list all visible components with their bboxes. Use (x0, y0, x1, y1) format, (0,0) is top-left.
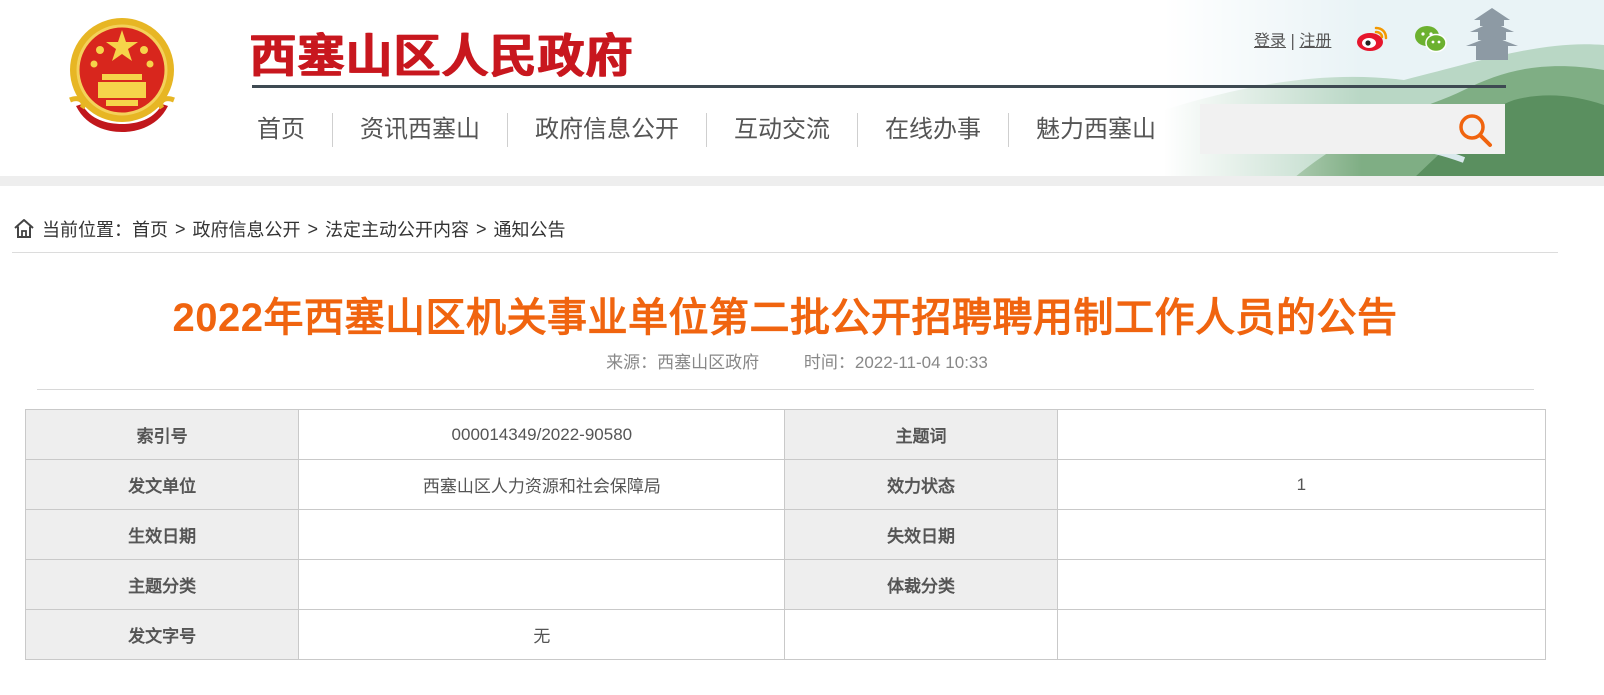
register-link[interactable]: 注册 (1299, 31, 1331, 50)
article-meta: 来源：西塞山区政府 时间：2022-11-04 10:33 (0, 348, 1594, 373)
nav-item-online-services[interactable]: 在线办事 (858, 113, 1009, 147)
topic-category-label: 主题分类 (24, 559, 300, 610)
breadcrumb-statutory-content[interactable]: 法定主动公开内容 (325, 216, 469, 242)
breadcrumb-separator: > (476, 218, 487, 239)
issuing-unit-value: 西塞山区人力资源和社会保障局 (298, 459, 786, 510)
expiry-date-value (1056, 509, 1547, 560)
table-row: 发文字号 无 (24, 609, 1547, 660)
login-link[interactable]: 登录 (1254, 31, 1286, 50)
effective-date-label: 生效日期 (24, 509, 300, 560)
issuing-unit-label: 发文单位 (24, 459, 300, 510)
document-number-value: 无 (298, 609, 786, 660)
breadcrumb-notices[interactable]: 通知公告 (494, 216, 566, 242)
breadcrumb-home[interactable]: 首页 (132, 216, 168, 242)
article-time: 时间：2022-11-04 10:33 (803, 353, 988, 372)
table-row: 发文单位 西塞山区人力资源和社会保障局 效力状态 1 (24, 459, 1547, 510)
meta-divider (37, 389, 1534, 390)
breadcrumb-separator: > (307, 218, 319, 239)
article-source: 来源：西塞山区政府 (606, 353, 760, 372)
site-title: 西塞山区人民政府 (250, 29, 634, 83)
empty-value-cell (1056, 609, 1547, 660)
genre-category-value (1056, 559, 1547, 610)
site-header: 西塞山区人民政府 登录 | 注册 首页 资讯西塞山 政府信息公开 互动交流 在线办事… (0, 0, 1604, 178)
table-row: 主题分类 体裁分类 (24, 559, 1547, 610)
breadcrumb-gov-info[interactable]: 政府信息公开 (193, 216, 301, 242)
table-row: 生效日期 失效日期 (24, 509, 1547, 560)
home-icon (14, 219, 34, 238)
keywords-value (1056, 409, 1547, 460)
nav-item-interaction[interactable]: 互动交流 (707, 113, 858, 147)
validity-status-label: 效力状态 (784, 459, 1058, 510)
main-nav: 首页 资讯西塞山 政府信息公开 互动交流 在线办事 魅力西塞山 (230, 108, 1183, 152)
nav-item-news[interactable]: 资讯西塞山 (333, 113, 508, 147)
breadcrumb-prefix: 当前位置： (42, 220, 132, 240)
breadcrumb: 当前位置： 首页 > 政府信息公开 > 法定主动公开内容 > 通知公告 (12, 215, 566, 243)
search-bar (1200, 104, 1505, 154)
validity-status-value: 1 (1056, 459, 1547, 510)
nav-item-gov-info[interactable]: 政府信息公开 (508, 113, 707, 147)
effective-date-value (298, 509, 786, 560)
keywords-label: 主题词 (784, 409, 1058, 460)
header-bottom-band (0, 176, 1604, 186)
account-links: 登录 | 注册 (1254, 27, 1331, 51)
index-number-label: 索引号 (24, 409, 300, 460)
nav-item-home[interactable]: 首页 (230, 113, 333, 147)
expiry-date-label: 失效日期 (784, 509, 1058, 560)
breadcrumb-divider (12, 252, 1558, 253)
table-row: 索引号 000014349/2022-90580 主题词 (24, 409, 1547, 460)
title-divider (252, 85, 1506, 88)
empty-label-cell (784, 609, 1058, 660)
link-separator: | (1290, 31, 1296, 50)
search-icon[interactable] (1455, 110, 1495, 150)
national-emblem-icon (69, 18, 175, 132)
breadcrumb-separator: > (175, 218, 186, 239)
nav-item-charm[interactable]: 魅力西塞山 (1009, 113, 1183, 147)
wechat-icon[interactable] (1414, 24, 1448, 54)
genre-category-label: 体裁分类 (784, 559, 1058, 610)
topic-category-value (298, 559, 786, 610)
index-number-value: 000014349/2022-90580 (298, 409, 786, 460)
search-input[interactable] (1200, 106, 1468, 152)
document-number-label: 发文字号 (24, 609, 300, 660)
article-title: 2022年西塞山区机关事业单位第二批公开招聘聘用制工作人员的公告 (172, 296, 1398, 340)
info-table: 索引号 000014349/2022-90580 主题词 发文单位 西塞山区人力… (24, 409, 1547, 660)
weibo-icon[interactable] (1356, 24, 1388, 54)
